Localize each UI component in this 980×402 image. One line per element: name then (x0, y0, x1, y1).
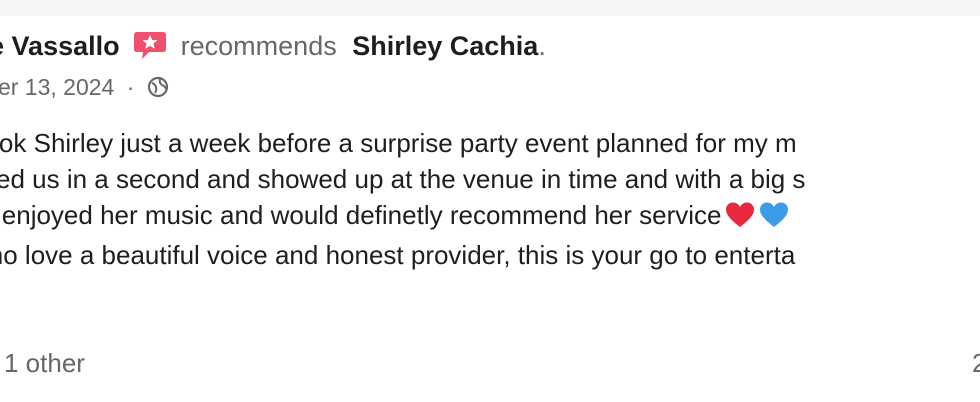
globe-icon[interactable] (147, 74, 169, 98)
top-strip (0, 0, 980, 16)
post-meta: mber 13, 2024 · (0, 71, 169, 103)
review-line-4: who love a beautiful voice and honest pr… (0, 240, 796, 270)
review-line-3: lly enjoyed her music and would definetl… (0, 197, 980, 233)
header-period: . (538, 31, 546, 61)
comments-count[interactable]: 2 (972, 345, 980, 381)
review-line-1: book Shirley just a week before a surpri… (0, 128, 797, 158)
review-text: book Shirley just a week before a surpri… (0, 125, 980, 273)
review-line-3-text: lly enjoyed her music and would definetl… (0, 200, 722, 230)
reviewer-name-link[interactable]: se Vassallo (0, 31, 120, 61)
post-date-link[interactable]: mber 13, 2024 (0, 74, 114, 100)
blue-heart-icon (759, 201, 789, 229)
post-header: se Vassallo recommends Shirley Cachia. (0, 28, 546, 64)
red-heart-icon (725, 201, 755, 229)
page-name-link[interactable]: Shirley Cachia (352, 31, 538, 61)
review-line-2: isted us in a second and showed up at th… (0, 164, 806, 194)
recommends-text: recommends (180, 31, 337, 61)
recommendation-star-icon (133, 30, 167, 60)
reactions-summary[interactable]: 1 other (4, 345, 85, 381)
meta-separator: · (126, 74, 135, 100)
